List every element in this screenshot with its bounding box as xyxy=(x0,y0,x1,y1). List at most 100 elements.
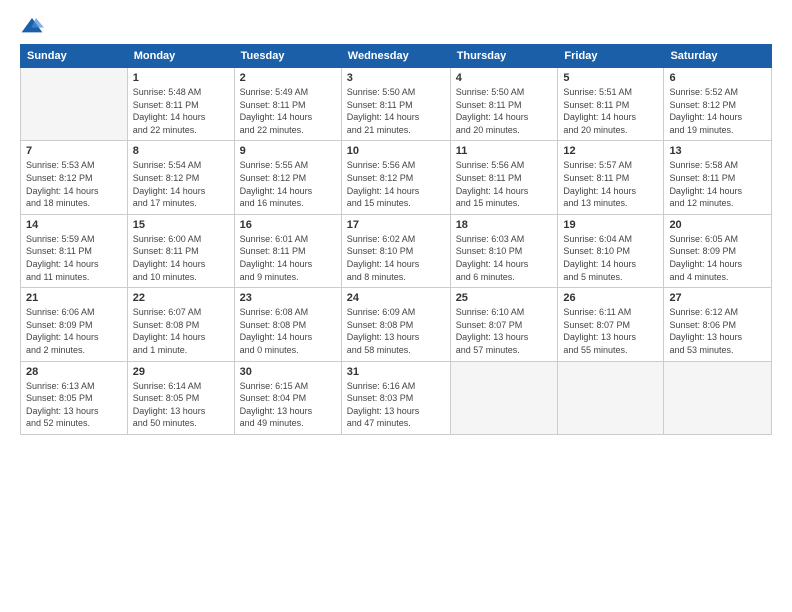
day-header-friday: Friday xyxy=(558,45,664,68)
logo-icon xyxy=(20,16,44,36)
day-number: 12 xyxy=(563,145,658,157)
day-info: Sunrise: 6:04 AM Sunset: 8:10 PM Dayligh… xyxy=(563,233,658,283)
day-number: 8 xyxy=(133,145,229,157)
day-number: 5 xyxy=(563,72,658,84)
calendar-cell: 6Sunrise: 5:52 AM Sunset: 8:12 PM Daylig… xyxy=(664,68,772,141)
day-number: 9 xyxy=(240,145,336,157)
day-number: 21 xyxy=(26,292,122,304)
calendar-cell: 30Sunrise: 6:15 AM Sunset: 8:04 PM Dayli… xyxy=(234,361,341,434)
day-info: Sunrise: 5:53 AM Sunset: 8:12 PM Dayligh… xyxy=(26,159,122,209)
day-info: Sunrise: 6:10 AM Sunset: 8:07 PM Dayligh… xyxy=(456,306,553,356)
calendar-cell: 12 Sunrise: 5:57 AM Sunset: 8:11 PM Dayli… xyxy=(558,141,664,214)
day-number: 7 xyxy=(26,145,122,157)
calendar-cell: 20 Sunrise: 6:05 AM Sunset: 8:09 PM Dayli… xyxy=(664,214,772,287)
day-info: Sunrise: 5:50 AM Sunset: 8:11 PM Dayligh… xyxy=(347,86,445,136)
day-header-saturday: Saturday xyxy=(664,45,772,68)
calendar-cell: 23 Sunrise: 6:08 AM Sunset: 8:08 PM Dayli… xyxy=(234,288,341,361)
day-info: Sunrise: 5:49 AM Sunset: 8:11 PM Dayligh… xyxy=(240,86,336,136)
day-number: 31 xyxy=(347,366,445,378)
header xyxy=(20,16,772,36)
day-number: 15 xyxy=(133,219,229,231)
calendar-cell: 19 Sunrise: 6:04 AM Sunset: 8:10 PM Dayli… xyxy=(558,214,664,287)
day-number: 14 xyxy=(26,219,122,231)
calendar-cell: 24Sunrise: 6:09 AM Sunset: 8:08 PM Dayli… xyxy=(341,288,450,361)
day-info: Sunrise: 6:12 AM Sunset: 8:06 PM Dayligh… xyxy=(669,306,766,356)
day-info: Sunrise: 6:11 AM Sunset: 8:07 PM Dayligh… xyxy=(563,306,658,356)
day-number: 10 xyxy=(347,145,445,157)
calendar-week-row: 21 Sunrise: 6:06 AM Sunset: 8:09 PM Dayli… xyxy=(21,288,772,361)
day-number: 4 xyxy=(456,72,553,84)
day-info: Sunrise: 6:08 AM Sunset: 8:08 PM Dayligh… xyxy=(240,306,336,356)
calendar-cell: 10 Sunrise: 5:56 AM Sunset: 8:12 PM Dayli… xyxy=(341,141,450,214)
day-header-monday: Monday xyxy=(127,45,234,68)
day-number: 22 xyxy=(133,292,229,304)
day-number: 1 xyxy=(133,72,229,84)
day-header-thursday: Thursday xyxy=(450,45,558,68)
day-number: 20 xyxy=(669,219,766,231)
day-number: 3 xyxy=(347,72,445,84)
calendar-cell: 27 Sunrise: 6:12 AM Sunset: 8:06 PM Dayli… xyxy=(664,288,772,361)
calendar-cell: 31 Sunrise: 6:16 AM Sunset: 8:03 PM Dayli… xyxy=(341,361,450,434)
day-info: Sunrise: 6:13 AM Sunset: 8:05 PM Dayligh… xyxy=(26,380,122,430)
calendar-cell: 14 Sunrise: 5:59 AM Sunset: 8:11 PM Dayli… xyxy=(21,214,128,287)
calendar-cell: 28 Sunrise: 6:13 AM Sunset: 8:05 PM Dayli… xyxy=(21,361,128,434)
calendar-table: SundayMondayTuesdayWednesdayThursdayFrid… xyxy=(20,44,772,435)
calendar-cell: 26 Sunrise: 6:11 AM Sunset: 8:07 PM Dayli… xyxy=(558,288,664,361)
calendar-week-row: 7 Sunrise: 5:53 AM Sunset: 8:12 PM Daylig… xyxy=(21,141,772,214)
logo xyxy=(20,16,48,36)
day-number: 19 xyxy=(563,219,658,231)
day-info: Sunrise: 5:55 AM Sunset: 8:12 PM Dayligh… xyxy=(240,159,336,209)
calendar-week-row: 14 Sunrise: 5:59 AM Sunset: 8:11 PM Dayli… xyxy=(21,214,772,287)
calendar-week-row: 28 Sunrise: 6:13 AM Sunset: 8:05 PM Dayli… xyxy=(21,361,772,434)
day-number: 23 xyxy=(240,292,336,304)
calendar-cell: 9 Sunrise: 5:55 AM Sunset: 8:12 PM Daylig… xyxy=(234,141,341,214)
day-info: Sunrise: 6:16 AM Sunset: 8:03 PM Dayligh… xyxy=(347,380,445,430)
day-number: 13 xyxy=(669,145,766,157)
day-info: Sunrise: 5:56 AM Sunset: 8:11 PM Dayligh… xyxy=(456,159,553,209)
day-info: Sunrise: 5:50 AM Sunset: 8:11 PM Dayligh… xyxy=(456,86,553,136)
calendar-cell: 16Sunrise: 6:01 AM Sunset: 8:11 PM Dayli… xyxy=(234,214,341,287)
day-info: Sunrise: 5:57 AM Sunset: 8:11 PM Dayligh… xyxy=(563,159,658,209)
day-info: Sunrise: 6:00 AM Sunset: 8:11 PM Dayligh… xyxy=(133,233,229,283)
calendar-cell xyxy=(450,361,558,434)
day-header-sunday: Sunday xyxy=(21,45,128,68)
calendar-cell: 11 Sunrise: 5:56 AM Sunset: 8:11 PM Dayli… xyxy=(450,141,558,214)
day-header-wednesday: Wednesday xyxy=(341,45,450,68)
calendar-cell: 21 Sunrise: 6:06 AM Sunset: 8:09 PM Dayli… xyxy=(21,288,128,361)
day-info: Sunrise: 5:59 AM Sunset: 8:11 PM Dayligh… xyxy=(26,233,122,283)
day-info: Sunrise: 5:56 AM Sunset: 8:12 PM Dayligh… xyxy=(347,159,445,209)
day-info: Sunrise: 6:02 AM Sunset: 8:10 PM Dayligh… xyxy=(347,233,445,283)
day-info: Sunrise: 6:05 AM Sunset: 8:09 PM Dayligh… xyxy=(669,233,766,283)
calendar-cell: 25 Sunrise: 6:10 AM Sunset: 8:07 PM Dayli… xyxy=(450,288,558,361)
calendar-cell: 13 Sunrise: 5:58 AM Sunset: 8:11 PM Dayli… xyxy=(664,141,772,214)
calendar-cell xyxy=(664,361,772,434)
day-info: Sunrise: 5:51 AM Sunset: 8:11 PM Dayligh… xyxy=(563,86,658,136)
day-number: 25 xyxy=(456,292,553,304)
day-info: Sunrise: 6:14 AM Sunset: 8:05 PM Dayligh… xyxy=(133,380,229,430)
calendar-cell: 3 Sunrise: 5:50 AM Sunset: 8:11 PM Daylig… xyxy=(341,68,450,141)
day-header-tuesday: Tuesday xyxy=(234,45,341,68)
day-info: Sunrise: 5:52 AM Sunset: 8:12 PM Dayligh… xyxy=(669,86,766,136)
day-number: 29 xyxy=(133,366,229,378)
day-number: 27 xyxy=(669,292,766,304)
day-info: Sunrise: 6:09 AM Sunset: 8:08 PM Dayligh… xyxy=(347,306,445,356)
day-number: 28 xyxy=(26,366,122,378)
day-info: Sunrise: 5:48 AM Sunset: 8:11 PM Dayligh… xyxy=(133,86,229,136)
calendar-header-row: SundayMondayTuesdayWednesdayThursdayFrid… xyxy=(21,45,772,68)
day-info: Sunrise: 6:06 AM Sunset: 8:09 PM Dayligh… xyxy=(26,306,122,356)
calendar-cell: 2Sunrise: 5:49 AM Sunset: 8:11 PM Daylig… xyxy=(234,68,341,141)
calendar-cell: 29 Sunrise: 6:14 AM Sunset: 8:05 PM Dayli… xyxy=(127,361,234,434)
day-number: 11 xyxy=(456,145,553,157)
day-number: 16 xyxy=(240,219,336,231)
day-number: 26 xyxy=(563,292,658,304)
day-info: Sunrise: 5:54 AM Sunset: 8:12 PM Dayligh… xyxy=(133,159,229,209)
day-number: 17 xyxy=(347,219,445,231)
calendar-cell: 15 Sunrise: 6:00 AM Sunset: 8:11 PM Dayli… xyxy=(127,214,234,287)
calendar-cell xyxy=(21,68,128,141)
day-info: Sunrise: 6:07 AM Sunset: 8:08 PM Dayligh… xyxy=(133,306,229,356)
day-number: 18 xyxy=(456,219,553,231)
calendar-cell: 4 Sunrise: 5:50 AM Sunset: 8:11 PM Daylig… xyxy=(450,68,558,141)
calendar-cell: 5 Sunrise: 5:51 AM Sunset: 8:11 PM Daylig… xyxy=(558,68,664,141)
day-info: Sunrise: 6:15 AM Sunset: 8:04 PM Dayligh… xyxy=(240,380,336,430)
day-info: Sunrise: 5:58 AM Sunset: 8:11 PM Dayligh… xyxy=(669,159,766,209)
